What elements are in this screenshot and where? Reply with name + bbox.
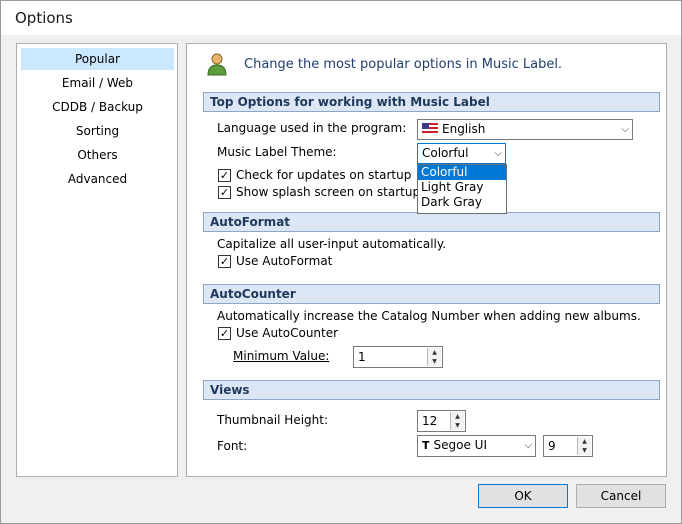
panel-header: Change the most popular options in Music… bbox=[204, 52, 644, 80]
font-label: Font: bbox=[217, 439, 248, 453]
min-value-label: Minimum Value: bbox=[233, 349, 330, 363]
category-list[interactable]: Popular Email / Web CDDB / Backup Sortin… bbox=[16, 43, 178, 477]
truetype-icon: T bbox=[422, 439, 430, 452]
options-window: Options Popular Email / Web CDDB / Backu… bbox=[0, 0, 682, 524]
section-autocounter: AutoCounter bbox=[203, 284, 660, 304]
check-updates-label: Check for updates on startup bbox=[236, 168, 412, 182]
cancel-button[interactable]: Cancel bbox=[576, 484, 666, 508]
section-views: Views bbox=[203, 380, 660, 400]
theme-option-dark-gray[interactable]: Dark Gray bbox=[418, 195, 506, 210]
language-value: English bbox=[442, 122, 486, 136]
theme-select[interactable]: Colorful ⌵ bbox=[417, 143, 506, 164]
language-label: Language used in the program: bbox=[217, 121, 407, 135]
nav-item-others[interactable]: Others bbox=[21, 144, 174, 166]
chevron-down-icon: ⌵ bbox=[494, 148, 502, 159]
chevron-down-icon: ⌵ bbox=[524, 440, 532, 451]
nav-item-advanced[interactable]: Advanced bbox=[21, 168, 174, 190]
font-value: Segoe UI bbox=[433, 438, 487, 452]
font-size-spinner[interactable]: 9 ▲ ▼ bbox=[543, 435, 593, 457]
spin-down-icon[interactable]: ▼ bbox=[578, 446, 591, 455]
nav-item-sorting[interactable]: Sorting bbox=[21, 120, 174, 142]
window-title: Options bbox=[15, 9, 73, 27]
title-bar: Options bbox=[1, 1, 681, 35]
nav-item-popular[interactable]: Popular bbox=[21, 48, 174, 70]
font-size-value: 9 bbox=[548, 439, 556, 453]
theme-label: Music Label Theme: bbox=[217, 145, 337, 159]
spin-down-icon[interactable]: ▼ bbox=[451, 421, 464, 430]
section-autoformat: AutoFormat bbox=[203, 212, 660, 232]
nav-item-email-web[interactable]: Email / Web bbox=[21, 72, 174, 94]
spin-down-icon[interactable]: ▼ bbox=[428, 357, 441, 366]
font-select[interactable]: T Segoe UI ⌵ bbox=[417, 435, 536, 457]
user-icon bbox=[207, 53, 227, 76]
min-value-spinner[interactable]: 1 ▲ ▼ bbox=[353, 346, 443, 368]
panel-header-text: Change the most popular options in Music… bbox=[244, 57, 563, 72]
use-autoformat-label: Use AutoFormat bbox=[236, 254, 333, 268]
theme-dropdown-list[interactable]: Colorful Light Gray Dark Gray bbox=[417, 164, 507, 214]
chevron-down-icon: ⌵ bbox=[621, 124, 629, 135]
us-flag-icon bbox=[422, 123, 438, 134]
thumbnail-height-spinner[interactable]: 12 ▲ ▼ bbox=[417, 410, 466, 432]
thumbnail-height-value: 12 bbox=[422, 414, 438, 428]
check-updates-checkbox[interactable]: ✓ bbox=[218, 169, 231, 182]
use-autoformat-checkbox[interactable]: ✓ bbox=[218, 255, 231, 268]
thumbnail-height-label: Thumbnail Height: bbox=[217, 413, 328, 427]
section-top-options: Top Options for working with Music Label bbox=[203, 92, 660, 112]
splash-label: Show splash screen on startup bbox=[236, 185, 421, 199]
spin-up-icon[interactable]: ▲ bbox=[578, 437, 591, 446]
use-autocounter-label: Use AutoCounter bbox=[236, 326, 339, 340]
options-panel: Change the most popular options in Music… bbox=[186, 43, 667, 477]
theme-option-colorful[interactable]: Colorful bbox=[418, 165, 506, 180]
spin-up-icon[interactable]: ▲ bbox=[428, 348, 441, 357]
min-value: 1 bbox=[358, 350, 366, 364]
autocounter-desc: Automatically increase the Catalog Numbe… bbox=[217, 309, 641, 323]
spin-up-icon[interactable]: ▲ bbox=[451, 412, 464, 421]
splash-checkbox[interactable]: ✓ bbox=[218, 186, 231, 199]
theme-value: Colorful bbox=[422, 146, 469, 160]
autoformat-desc: Capitalize all user-input automatically. bbox=[217, 237, 447, 251]
use-autocounter-checkbox[interactable]: ✓ bbox=[218, 327, 231, 340]
language-select[interactable]: English ⌵ bbox=[417, 119, 633, 140]
theme-option-light-gray[interactable]: Light Gray bbox=[418, 180, 506, 195]
nav-item-cddb-backup[interactable]: CDDB / Backup bbox=[21, 96, 174, 118]
ok-button[interactable]: OK bbox=[478, 484, 568, 508]
